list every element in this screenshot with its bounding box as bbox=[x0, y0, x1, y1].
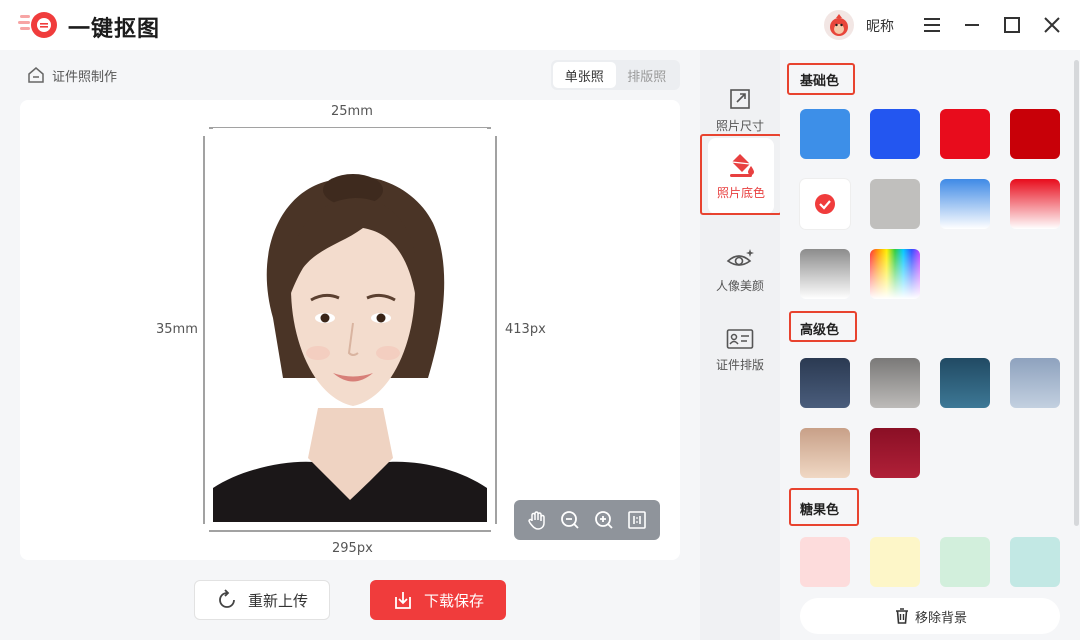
avatar-bird-icon bbox=[830, 14, 848, 36]
tab-photo-background[interactable]: 照片底色 bbox=[708, 138, 774, 214]
portrait-photo bbox=[213, 128, 487, 522]
swatch-light-steel[interactable] bbox=[1010, 358, 1060, 408]
swatch-white[interactable] bbox=[800, 179, 850, 229]
side-tabs: 照片尺寸 照片底色 人像美颜 证件排版 bbox=[700, 50, 780, 640]
paint-bucket-icon bbox=[730, 153, 754, 177]
swatch-blue[interactable] bbox=[800, 109, 850, 159]
swatch-candy-green[interactable] bbox=[940, 537, 990, 587]
portrait-illustration bbox=[213, 174, 487, 522]
swatch-dark-red[interactable] bbox=[1010, 109, 1060, 159]
swatch-gradient-red[interactable] bbox=[1010, 179, 1060, 229]
zoom-in-icon[interactable] bbox=[593, 509, 615, 531]
download-icon bbox=[395, 592, 411, 609]
reupload-label: 重新上传 bbox=[247, 591, 308, 610]
eye-sparkle-icon bbox=[726, 248, 754, 266]
tab-portrait-beauty-label: 人像美颜 bbox=[715, 278, 764, 293]
hand-icon[interactable] bbox=[526, 509, 548, 531]
swatch-teal-blue[interactable] bbox=[940, 358, 990, 408]
maximize-icon[interactable] bbox=[1000, 13, 1024, 37]
tab-portrait-beauty[interactable]: 人像美颜 bbox=[700, 232, 780, 308]
menu-icon[interactable] bbox=[920, 13, 944, 37]
minimize-icon[interactable] bbox=[960, 13, 984, 37]
width-px-label: 295px bbox=[332, 541, 373, 556]
swatch-gradient-rainbow[interactable] bbox=[870, 249, 920, 299]
avatar[interactable] bbox=[824, 10, 854, 40]
download-label: 下载保存 bbox=[423, 591, 484, 610]
download-button[interactable]: 下载保存 bbox=[370, 580, 506, 620]
check-circle-icon bbox=[815, 194, 835, 214]
fit-ratio-icon[interactable] bbox=[626, 509, 648, 531]
section-basic-title: 基础色 bbox=[800, 74, 840, 89]
close-icon[interactable] bbox=[1040, 13, 1064, 37]
trash-icon bbox=[895, 608, 908, 624]
tab-id-layout[interactable]: 证件排版 bbox=[700, 312, 780, 388]
width-mm-label: 25mm bbox=[331, 104, 373, 119]
swatch-royal-blue[interactable] bbox=[870, 109, 920, 159]
swatch-ash-gray[interactable] bbox=[870, 358, 920, 408]
height-px-label: 413px bbox=[505, 322, 546, 337]
nickname[interactable]: 昵称 bbox=[866, 16, 894, 36]
color-panel: 基础色 高级色 糖果色 bbox=[780, 50, 1080, 640]
tab-id-layout-label: 证件排版 bbox=[715, 357, 764, 372]
section-candy-title: 糖果色 bbox=[800, 503, 840, 518]
section-advanced-title: 高级色 bbox=[800, 323, 840, 338]
remove-background-label: 移除背景 bbox=[914, 610, 967, 626]
id-card-icon bbox=[726, 328, 754, 349]
canvas-toolbar bbox=[514, 500, 660, 540]
tab-photo-size-label: 照片尺寸 bbox=[715, 118, 764, 133]
panel-scrollbar[interactable] bbox=[1074, 60, 1079, 526]
swatch-gradient-gray[interactable] bbox=[800, 249, 850, 299]
swatch-candy-yellow[interactable] bbox=[870, 537, 920, 587]
height-mm-label: 35mm bbox=[156, 322, 198, 337]
swatch-candy-cyan[interactable] bbox=[1010, 537, 1060, 587]
swatch-red[interactable] bbox=[940, 109, 990, 159]
swatch-gray[interactable] bbox=[870, 179, 920, 229]
tab-photo-size[interactable]: 照片尺寸 bbox=[700, 72, 780, 148]
swatch-navy[interactable] bbox=[800, 358, 850, 408]
refresh-icon bbox=[219, 589, 235, 608]
swatch-candy-pink[interactable] bbox=[800, 537, 850, 587]
tab-photo-background-label: 照片底色 bbox=[716, 185, 765, 200]
reupload-button[interactable]: 重新上传 bbox=[194, 580, 330, 620]
swatch-gradient-blue[interactable] bbox=[940, 179, 990, 229]
zoom-out-icon[interactable] bbox=[559, 509, 581, 531]
swatch-burgundy[interactable] bbox=[870, 428, 920, 478]
swatch-tan[interactable] bbox=[800, 428, 850, 478]
remove-background-button[interactable]: 移除背景 bbox=[800, 598, 1060, 634]
resize-icon bbox=[730, 88, 750, 109]
